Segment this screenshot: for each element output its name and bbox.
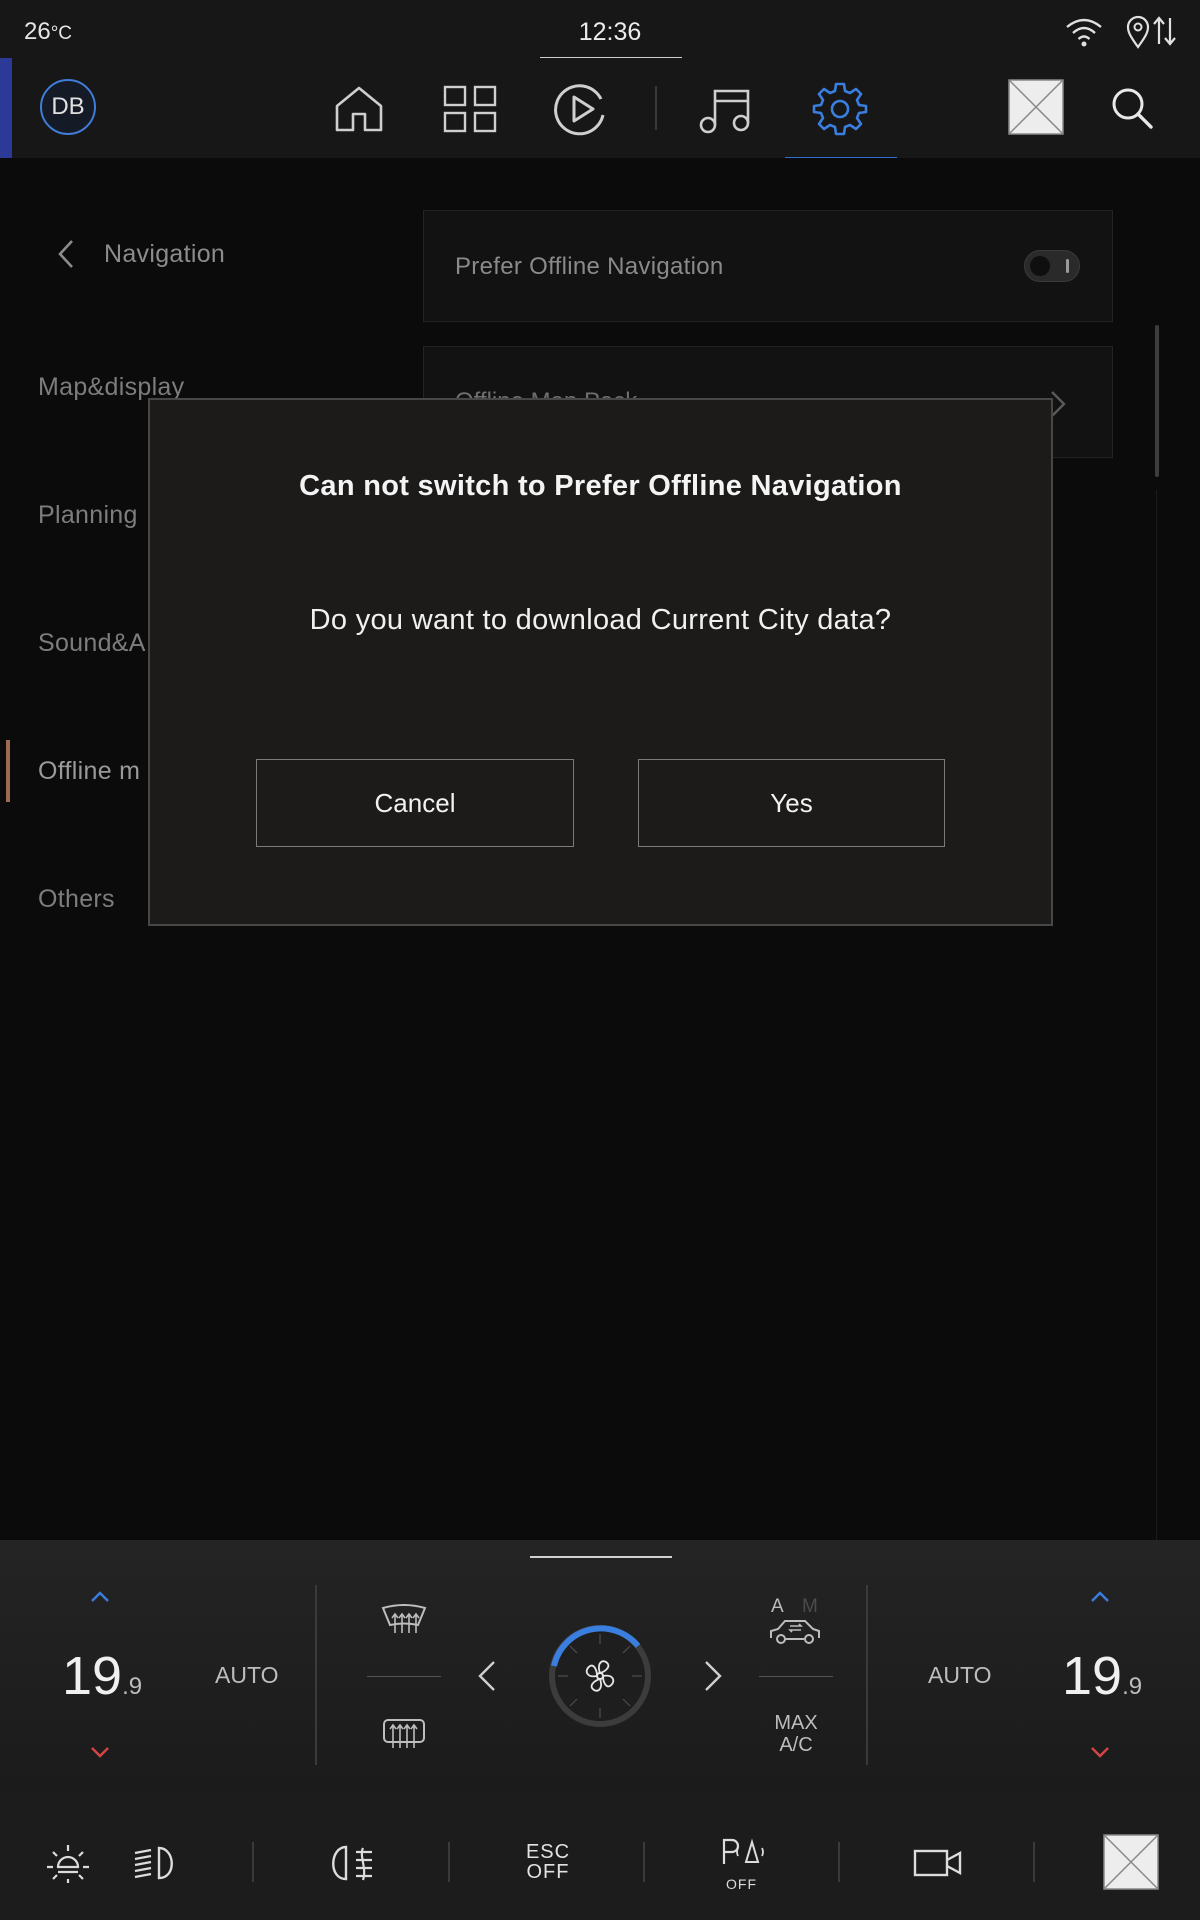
scrollbar-thumb[interactable] [1155,325,1159,477]
back-button[interactable]: Navigation [58,236,225,272]
chevron-left-icon [478,1660,496,1692]
sidebar-item-others[interactable]: Others [38,885,115,914]
bottom-divider [1033,1842,1035,1882]
wifi-icon [1064,16,1104,48]
chevron-right-icon [704,1660,722,1692]
park-assist-off-label: OFF [726,1876,757,1892]
camera-button[interactable] [908,1833,968,1893]
home-button[interactable] [324,74,394,144]
clock: 12:36 [578,18,642,46]
sidebar-item-sound[interactable]: Sound&A [38,629,146,658]
rear-fog-light-icon [328,1844,376,1882]
recirc-separator [759,1676,833,1677]
gear-icon [812,81,868,137]
bottom-divider [838,1842,840,1882]
esc-label: ESC [525,1841,571,1863]
chevron-left-icon [58,239,74,269]
left-temp-decimal: .9 [122,1673,143,1700]
nav-divider [655,86,657,130]
max-ac-line2: A/C [779,1734,813,1756]
dialog-title: Can not switch to Prefer Offline Navigat… [299,470,902,502]
fan-decrease-button[interactable] [478,1660,496,1692]
back-label: Navigation [104,239,226,268]
fan-increase-button[interactable] [704,1660,722,1692]
chevron-up-icon [1090,1591,1110,1603]
home-icon [333,84,385,134]
toggle-off-mark [1066,259,1069,273]
car-recirculation-icon [768,1618,822,1646]
fog-light-button[interactable] [322,1833,382,1893]
sidebar-item-planning[interactable]: Planning [38,501,138,530]
outside-temperature: 26°C [24,18,72,46]
chevron-down-icon [1090,1746,1110,1758]
prefer-offline-label: Prefer Offline Navigation [455,253,724,280]
climate-divider [315,1585,317,1765]
climate-divider [866,1585,868,1765]
nav-accent-bar [0,58,12,158]
parking-sensor-icon [716,1836,770,1876]
left-auto-button[interactable]: AUTO [215,1662,278,1689]
esc-off-button[interactable]: ESC OFF [516,1842,580,1882]
fan-icon [578,1654,622,1698]
left-temp-up-button[interactable] [90,1591,110,1603]
music-icon [698,83,752,135]
music-button[interactable] [690,74,760,144]
right-temp-decimal: .9 [1122,1673,1143,1700]
image-placeholder-icon [1008,79,1064,135]
right-auto-button[interactable]: AUTO [928,1662,991,1689]
apps-grid-icon [443,85,497,133]
dialog-message: Do you want to download Current City dat… [309,604,892,636]
sidebar-item-offline-maps[interactable]: Offline m [38,757,140,786]
apps-button[interactable] [435,74,505,144]
yes-button[interactable]: Yes [638,759,945,847]
location-sync-icon [1126,14,1180,50]
search-icon [1110,86,1154,130]
temperature-unit: °C [50,23,73,44]
widget-thumbnail[interactable] [1008,79,1064,135]
headlight-icon [131,1845,181,1881]
bottom-divider [448,1842,450,1882]
search-button[interactable] [1110,86,1154,130]
cancel-button[interactable]: Cancel [256,759,574,847]
defrost-separator [367,1676,441,1677]
user-avatar[interactable]: DB [40,79,96,135]
right-temp-up-button[interactable] [1090,1591,1110,1603]
max-ac-button[interactable]: MAX A/C [760,1712,832,1756]
left-temp-value: 19 [62,1646,123,1706]
recirc-auto-label: A [771,1596,784,1617]
max-ac-line1: MAX [774,1712,818,1734]
windshield-defrost-icon [380,1603,428,1637]
left-temp-down-button[interactable] [90,1746,110,1758]
park-assist-button[interactable]: OFF [716,1836,770,1896]
bottom-divider [643,1842,645,1882]
right-temp-down-button[interactable] [1090,1746,1110,1758]
play-icon [553,81,609,137]
settings-button[interactable] [805,74,875,144]
bottom-widget-thumbnail[interactable] [1103,1834,1159,1890]
camera-icon [913,1847,963,1879]
headlights-button[interactable] [126,1833,186,1893]
chevron-down-icon [90,1746,110,1758]
front-defrost-button[interactable] [380,1603,428,1637]
panel-drag-handle[interactable] [530,1556,672,1558]
recirculation-button[interactable] [768,1618,822,1646]
bottom-divider [252,1842,254,1882]
right-temperature: 19.9 [1062,1645,1142,1707]
esc-off-label: OFF [526,1861,570,1883]
rear-window-defrost-icon [382,1716,426,1750]
rear-defrost-button[interactable] [382,1716,426,1750]
chevron-up-icon [90,1591,110,1603]
recirc-manual-label: M [802,1596,818,1617]
left-temperature: 19.9 [62,1645,142,1707]
media-play-button[interactable] [546,74,616,144]
toggle-knob [1030,256,1050,276]
temperature-value: 26 [24,18,51,45]
right-temp-value: 19 [1062,1646,1123,1706]
image-placeholder-icon [1103,1834,1159,1890]
scrollbar-track [1156,490,1157,1540]
brightness-icon [44,1839,92,1887]
sidebar-active-indicator [6,740,10,802]
brightness-button[interactable] [38,1833,98,1893]
